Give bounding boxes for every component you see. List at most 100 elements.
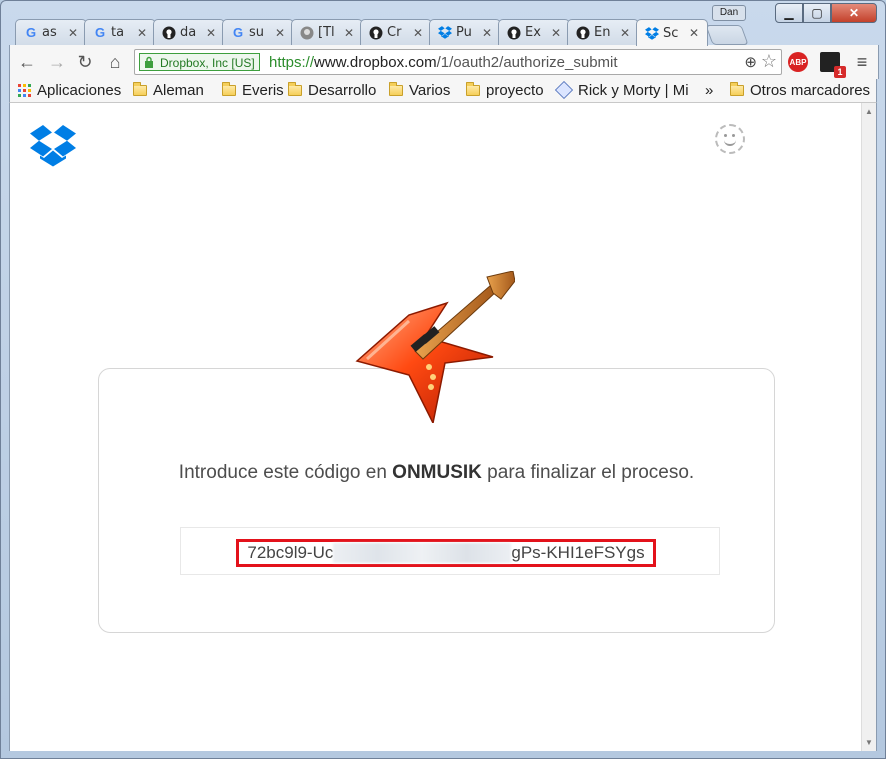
- dropbox-icon: [438, 26, 452, 40]
- bookmark-item[interactable]: Varios: [389, 80, 450, 100]
- tab-4[interactable]: [Tl ✕: [291, 19, 363, 45]
- maximize-button[interactable]: ▢: [803, 3, 831, 23]
- bookmark-star-icon[interactable]: ☆: [761, 51, 777, 72]
- bookmark-label: Everis: [242, 81, 284, 99]
- tab-label: Pu: [456, 25, 472, 40]
- message-before: Introduce este código en: [178, 462, 393, 483]
- extension-badge: 1: [834, 66, 846, 78]
- minimize-button[interactable]: ▁: [775, 3, 803, 23]
- bookmark-item[interactable]: proyecto: [466, 80, 544, 100]
- home-icon[interactable]: ⌂: [104, 51, 126, 73]
- tab-3[interactable]: Gsu ✕: [222, 19, 294, 45]
- dropbox-icon: [645, 26, 659, 40]
- menu-icon[interactable]: ≡: [852, 52, 872, 72]
- tab-2[interactable]: da ✕: [153, 19, 225, 45]
- tab-8[interactable]: En ✕: [567, 19, 639, 45]
- tab-label: [Tl: [318, 25, 335, 40]
- bookmark-item[interactable]: Rick y Morty | Mi: [554, 80, 689, 100]
- message-after: para finalizar el proceso.: [481, 462, 695, 483]
- tab-label: Sc: [663, 25, 679, 41]
- page-icon: [300, 26, 314, 40]
- tab-9[interactable]: Sc ✕: [636, 19, 708, 46]
- new-tab-button[interactable]: [705, 25, 749, 45]
- vertical-scrollbar[interactable]: ▲ ▼: [861, 103, 877, 751]
- bookmark-item[interactable]: Everis: [222, 80, 284, 100]
- user-avatar-icon[interactable]: [715, 124, 745, 154]
- folder-icon: [730, 81, 744, 96]
- tab-label: Ex: [525, 25, 541, 40]
- url-protocol: https://: [269, 54, 315, 71]
- close-tab-icon[interactable]: ✕: [687, 26, 701, 40]
- close-tab-icon[interactable]: ✕: [618, 26, 632, 40]
- guitar-icon: [355, 271, 515, 423]
- tab-5[interactable]: Cr ✕: [360, 19, 432, 45]
- tab-label: da: [180, 25, 197, 40]
- folder-icon: [222, 81, 236, 96]
- close-tab-icon[interactable]: ✕: [273, 26, 287, 40]
- close-window-button[interactable]: ✕: [831, 3, 877, 23]
- cube-icon: [554, 80, 574, 100]
- reload-icon[interactable]: ↻: [74, 51, 96, 73]
- close-tab-icon[interactable]: ✕: [480, 26, 494, 40]
- tab-strip: Gas ✕ Gta ✕ da ✕ Gsu ✕ [Tl ✕ Cr ✕ Pu ✕ Ex ✕ En ✕ Sc ✕: [15, 19, 745, 46]
- folder-icon: [288, 81, 302, 96]
- tab-7[interactable]: Ex ✕: [498, 19, 570, 45]
- extension-icon[interactable]: 1: [820, 52, 846, 78]
- close-tab-icon[interactable]: ✕: [549, 26, 563, 40]
- bookmark-item[interactable]: Aleman: [133, 80, 204, 100]
- close-tab-icon[interactable]: ✕: [204, 26, 218, 40]
- tab-1[interactable]: Gta ✕: [84, 19, 156, 45]
- close-tab-icon[interactable]: ✕: [66, 26, 80, 40]
- scroll-down-arrow-icon[interactable]: ▼: [865, 738, 873, 747]
- bookmark-label: Aplicaciones: [37, 81, 122, 99]
- app-name: ONMUSIK: [392, 462, 482, 483]
- page-viewport: Introduce este código en ONMUSIK para fi…: [9, 103, 862, 751]
- tab-label: su: [249, 25, 265, 40]
- ev-certificate-badge[interactable]: Dropbox, Inc [US]: [139, 53, 260, 71]
- close-tab-icon[interactable]: ✕: [342, 26, 356, 40]
- scroll-up-arrow-icon[interactable]: ▲: [865, 107, 873, 116]
- forward-arrow-icon[interactable]: →: [46, 51, 68, 73]
- bookmark-label: Aleman: [153, 81, 204, 99]
- tab-0[interactable]: Gas ✕: [15, 19, 87, 45]
- bookmark-item[interactable]: Desarrollo: [288, 80, 376, 100]
- bookmark-label: »: [705, 81, 714, 99]
- folder-icon: [133, 81, 147, 96]
- google-icon: G: [232, 25, 244, 40]
- ev-label: Dropbox, Inc [US]: [160, 56, 255, 70]
- zoom-icon[interactable]: ⊕: [744, 53, 757, 71]
- bookmark-label: Desarrollo: [308, 81, 377, 99]
- bookmark-item[interactable]: »: [705, 80, 713, 100]
- tab-6[interactable]: Pu ✕: [429, 19, 501, 45]
- url-text[interactable]: https://www.dropbox.com/1/oauth2/authori…: [269, 54, 618, 71]
- code-prefix: 72bc9l9-Uc: [247, 543, 334, 562]
- browser-window: Dan ▁ ▢ ✕ Gas ✕ Gta ✕ da ✕ Gsu ✕ [Tl ✕ Cr ✕ Pu ✕ Ex ✕ En…: [0, 0, 886, 759]
- url-path: /1/oauth2/authorize_submit: [436, 54, 618, 71]
- adblock-plus-icon[interactable]: ABP: [788, 52, 808, 72]
- dropbox-logo-icon[interactable]: [30, 125, 76, 167]
- close-tab-icon[interactable]: ✕: [411, 26, 425, 40]
- browser-toolbar: ← → ↻ ⌂ Dropbox, Inc [US] https://www.dr…: [9, 45, 879, 79]
- bookmark-item[interactable]: Aplicaciones: [18, 80, 121, 100]
- address-bar[interactable]: Dropbox, Inc [US] https://www.dropbox.co…: [134, 49, 782, 75]
- bookmarks-bar: Aplicaciones Aleman Everis Desarrollo Varios…: [9, 79, 877, 103]
- bookmark-label: Rick y Morty | Mi: [578, 81, 689, 99]
- folder-icon: [389, 81, 403, 96]
- github-icon: [576, 26, 590, 40]
- github-icon: [162, 26, 176, 40]
- bookmark-item[interactable]: Otros marcadores: [730, 80, 870, 100]
- google-icon: G: [94, 25, 106, 40]
- authorization-code[interactable]: 72bc9l9-Uc gPs-KHI1eFSYgs: [236, 539, 656, 567]
- bookmark-label: Otros marcadores: [750, 81, 871, 99]
- bookmark-label: Varios: [409, 81, 451, 99]
- url-host: www.dropbox.com: [314, 54, 437, 71]
- google-icon: G: [25, 25, 37, 40]
- redacted-code: [333, 543, 512, 563]
- instruction-text: Introduce este código en ONMUSIK para fi…: [98, 458, 775, 487]
- window-controls: ▁ ▢ ✕: [775, 3, 877, 23]
- code-suffix: gPs-KHI1eFSYgs: [511, 543, 645, 562]
- bookmark-label: proyecto: [486, 81, 544, 99]
- tab-label: Cr: [387, 25, 402, 40]
- back-arrow-icon[interactable]: ←: [16, 51, 38, 73]
- close-tab-icon[interactable]: ✕: [135, 26, 149, 40]
